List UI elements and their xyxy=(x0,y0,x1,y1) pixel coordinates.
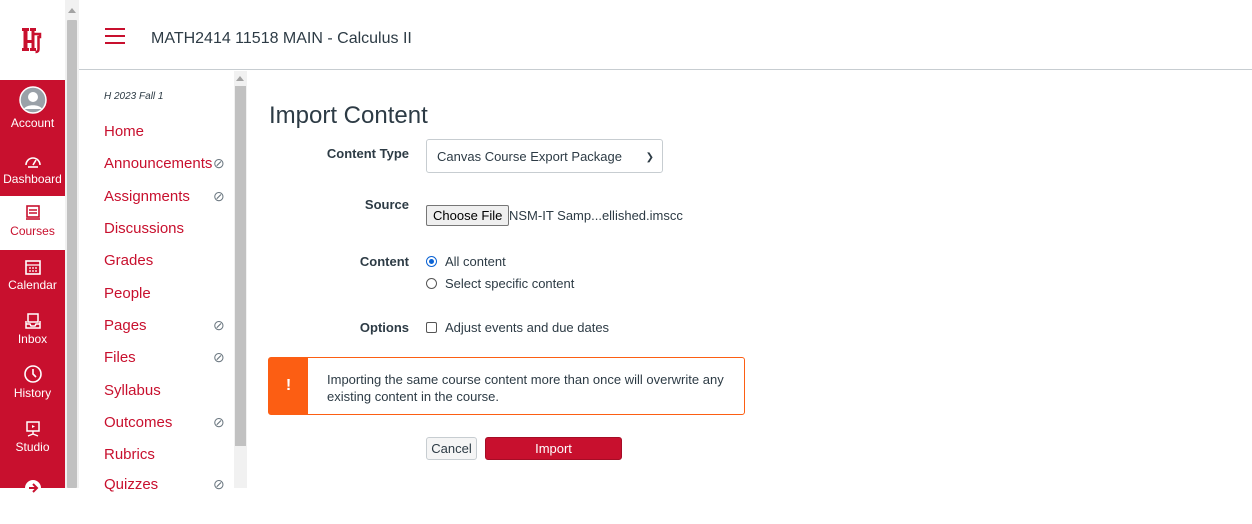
page-title: Import Content xyxy=(269,102,428,129)
global-nav-scrollbar[interactable] xyxy=(65,0,79,488)
chevron-down-icon: ❯ xyxy=(645,152,654,163)
global-nav-label: Dashboard xyxy=(3,172,62,186)
radio-label: Select specific content xyxy=(445,276,575,291)
global-nav-studio[interactable]: Studio xyxy=(0,412,65,466)
course-nav-quizzes[interactable]: Quizzes xyxy=(104,476,158,493)
content-type-select[interactable]: Canvas Course Export Package ❯ xyxy=(426,139,663,173)
radio-label: All content xyxy=(445,254,506,269)
course-header: MATH2414 11518 MAIN - Calculus II xyxy=(79,0,1252,70)
scroll-up-icon[interactable] xyxy=(68,8,76,13)
global-nav-label: History xyxy=(13,386,52,400)
choose-file-button[interactable]: Choose File xyxy=(426,205,510,226)
hamburger-line xyxy=(105,35,125,37)
global-nav-calendar[interactable]: Calendar xyxy=(0,250,65,304)
breadcrumb-course-title[interactable]: MATH2414 11518 MAIN - Calculus II xyxy=(151,30,412,48)
alert-message: Importing the same course content more t… xyxy=(327,372,724,404)
import-button[interactable]: Import xyxy=(485,437,622,460)
dashboard-icon xyxy=(24,144,42,170)
course-nav-pages[interactable]: Pages xyxy=(104,317,147,334)
content-type-label: Content Type xyxy=(326,146,409,161)
global-nav-label: Account xyxy=(10,116,55,130)
checkbox-label: Adjust events and due dates xyxy=(445,320,610,335)
course-term: H 2023 Fall 1 xyxy=(104,91,164,102)
hamburger-menu-button[interactable] xyxy=(105,28,125,44)
global-nav: Account Dashboard Courses Calendar Inbox… xyxy=(0,0,65,496)
inbox-icon xyxy=(24,304,42,330)
global-nav-history[interactable]: History xyxy=(0,358,65,412)
hidden-eye-icon: ⊘ xyxy=(213,414,225,430)
global-nav-label: Studio xyxy=(15,440,50,454)
hidden-eye-icon: ⊘ xyxy=(213,317,225,333)
content-label: Content xyxy=(359,254,409,269)
hidden-eye-icon: ⊘ xyxy=(213,476,225,492)
warning-alert: ! Importing the same course content more… xyxy=(268,357,745,415)
adjust-dates-checkbox[interactable] xyxy=(426,322,437,333)
options-label: Options xyxy=(359,320,409,335)
hidden-eye-icon: ⊘ xyxy=(213,349,225,365)
radio-select-specific-content[interactable]: Select specific content xyxy=(426,276,574,291)
course-nav-syllabus[interactable]: Syllabus xyxy=(104,382,161,399)
scrollbar-thumb[interactable] xyxy=(67,20,77,488)
global-nav-account[interactable]: Account xyxy=(0,86,65,142)
course-nav-files[interactable]: Files xyxy=(104,349,136,366)
course-nav-discussions[interactable]: Discussions xyxy=(104,220,184,237)
course-nav-announcements[interactable]: Announcements xyxy=(104,155,212,172)
selected-file-name: NSM-IT Samp...ellished.imscc xyxy=(509,208,683,223)
studio-icon xyxy=(24,412,42,438)
course-nav: H 2023 Fall 1 Home Announcements ⊘ Assig… xyxy=(79,71,234,493)
course-nav-scrollbar[interactable] xyxy=(234,71,247,488)
content-type-value: Canvas Course Export Package xyxy=(437,149,622,164)
adjust-dates-option[interactable]: Adjust events and due dates xyxy=(426,320,609,335)
courses-icon xyxy=(24,196,42,222)
uh-logo-icon xyxy=(21,28,41,54)
hamburger-line xyxy=(105,28,125,30)
course-nav-rubrics[interactable]: Rubrics xyxy=(104,446,155,463)
course-nav-home[interactable]: Home xyxy=(104,123,144,140)
calendar-icon xyxy=(24,250,42,276)
global-nav-more[interactable] xyxy=(0,470,65,524)
scroll-up-icon[interactable] xyxy=(236,76,244,81)
global-nav-label: Inbox xyxy=(17,332,48,346)
course-nav-assignments[interactable]: Assignments xyxy=(104,188,190,205)
cancel-button[interactable]: Cancel xyxy=(426,437,477,460)
hidden-eye-icon: ⊘ xyxy=(213,188,225,204)
radio-button[interactable] xyxy=(426,278,437,289)
course-nav-grades[interactable]: Grades xyxy=(104,252,153,269)
account-icon xyxy=(18,86,47,114)
history-icon xyxy=(23,358,43,384)
global-nav-inbox[interactable]: Inbox xyxy=(0,304,65,358)
hidden-eye-icon: ⊘ xyxy=(213,155,225,171)
hamburger-line xyxy=(105,42,125,44)
warning-icon: ! xyxy=(269,358,308,414)
course-nav-outcomes[interactable]: Outcomes xyxy=(104,414,172,431)
global-nav-dashboard[interactable]: Dashboard xyxy=(0,144,65,198)
radio-all-content[interactable]: All content xyxy=(426,254,506,269)
global-nav-courses[interactable]: Courses xyxy=(0,196,65,250)
global-nav-label: Calendar xyxy=(8,278,57,292)
global-nav-label: Courses xyxy=(10,224,55,238)
radio-button-selected[interactable] xyxy=(426,256,437,267)
arrow-right-icon xyxy=(23,470,43,496)
course-nav-people[interactable]: People xyxy=(104,285,151,302)
scrollbar-thumb[interactable] xyxy=(235,86,246,446)
uh-logo[interactable] xyxy=(0,0,65,80)
source-label: Source xyxy=(364,197,409,212)
